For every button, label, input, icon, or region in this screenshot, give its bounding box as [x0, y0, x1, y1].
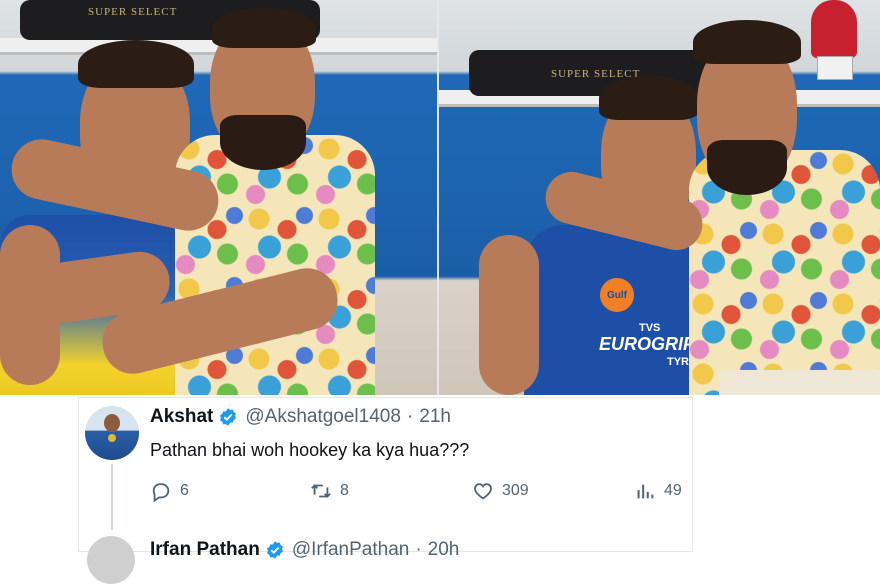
reply-author-handle[interactable]: @IrfanPathan: [292, 539, 410, 561]
man-beard: [707, 140, 787, 195]
verified-badge-icon: [265, 540, 285, 560]
sponsor-eurogrip: EUROGRIP: [599, 334, 696, 354]
reply-header: Irfan Pathan @IrfanPathan · 20h: [150, 539, 459, 561]
separator-dot: ·: [406, 406, 414, 427]
reply-icon: [152, 483, 170, 502]
thread-line: [111, 464, 113, 530]
heart-icon: [474, 483, 492, 500]
views-button[interactable]: 49: [634, 480, 682, 502]
avatar-medal: [108, 434, 116, 442]
separator-dot: ·: [415, 539, 422, 560]
views-chart-icon: [637, 484, 654, 499]
retweet-icon: [311, 484, 331, 498]
trousers: [719, 370, 880, 395]
like-count: 309: [502, 482, 529, 499]
tweet-text: Pathan bhai woh hookey ka kya hua???: [150, 440, 470, 460]
tweet-time[interactable]: 21h: [419, 406, 451, 428]
man-hair: [693, 20, 801, 64]
reply-author-name[interactable]: Irfan Pathan: [150, 539, 260, 561]
view-count: 49: [664, 482, 682, 499]
man-beard: [220, 115, 306, 170]
sponsor-tvs: TVS: [639, 322, 661, 334]
author-name[interactable]: Akshat: [150, 406, 213, 428]
reply-time[interactable]: 20h: [428, 539, 460, 561]
photo-left: SUPER SELECT: [0, 0, 437, 395]
retweet-button[interactable]: 8: [310, 480, 349, 502]
tweet-actions: 6 8 309 49: [150, 480, 686, 506]
photo-right: SUPER SELECT Gulf TVS EUROGRIP TYRES: [439, 0, 880, 395]
reply-count: 6: [180, 482, 189, 499]
player-hair: [599, 76, 699, 120]
like-button[interactable]: 309: [472, 480, 529, 502]
tweet-header: Akshat @Akshatgoel1408 · 21h: [150, 406, 451, 428]
trophy: [811, 0, 857, 58]
man-hair: [212, 8, 316, 48]
reply-avatar[interactable]: [87, 536, 135, 584]
player-arm: [479, 235, 539, 395]
tweet-card: Akshat @Akshatgoel1408 · 21h Pathan bhai…: [78, 397, 693, 584]
reply-button[interactable]: 6: [150, 480, 189, 502]
player-hair: [78, 40, 194, 88]
tweet-avatar[interactable]: [85, 406, 139, 460]
avatar-face: [104, 414, 120, 432]
verified-badge-icon: [218, 407, 238, 427]
gulf-logo: Gulf: [597, 275, 637, 315]
kit-bag-label: SUPER SELECT: [88, 6, 178, 18]
trophy-base: [817, 56, 853, 80]
retweet-count: 8: [340, 482, 349, 499]
author-handle[interactable]: @Akshatgoel1408: [245, 406, 401, 428]
